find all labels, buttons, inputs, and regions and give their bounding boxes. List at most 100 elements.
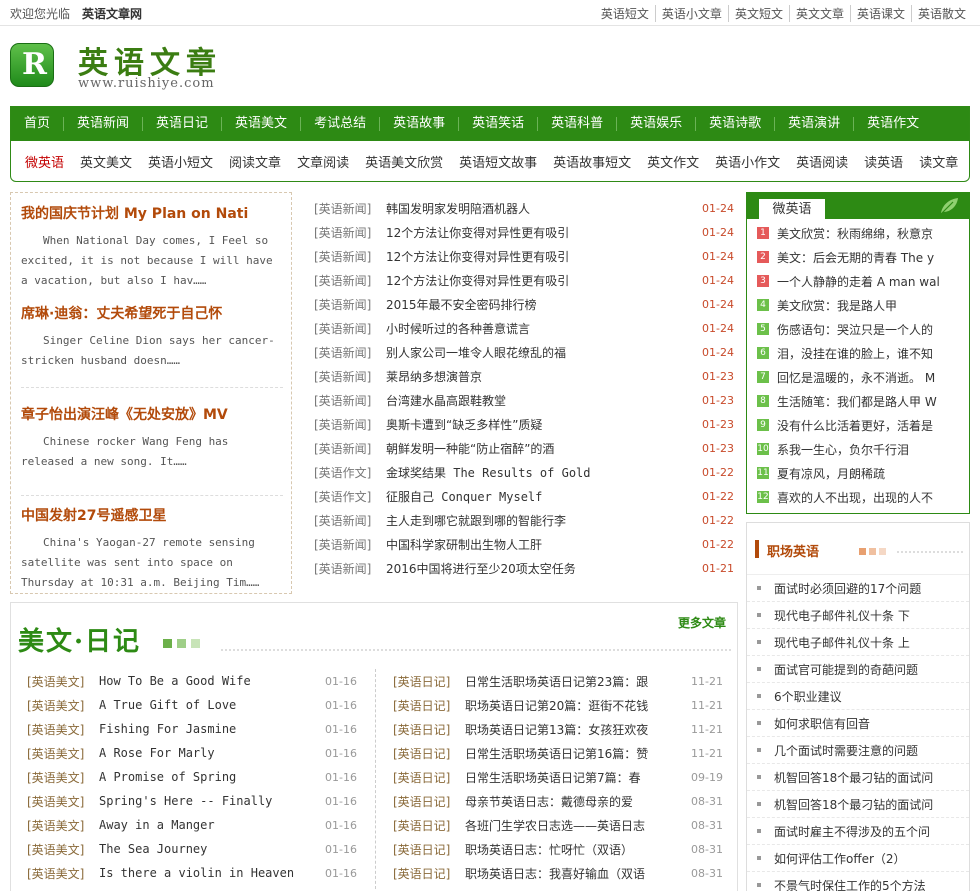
nav-item[interactable]: 英语新闻 <box>63 117 142 131</box>
item-title[interactable]: 机智回答18个最刁钻的面试问 <box>774 769 933 786</box>
subnav-item[interactable]: 微英语 <box>17 152 72 171</box>
list-item[interactable]: 面试时雇主不得涉及的五个问 <box>747 818 969 845</box>
subnav-item[interactable]: 英文美文 <box>72 152 140 171</box>
tab-micro-english[interactable]: 微英语 <box>759 199 825 220</box>
list-item[interactable]: 9 没有什么比活着更好，活着是 <box>747 413 969 437</box>
article-title[interactable]: 日常生活职场英语日记第7篇：春 <box>465 769 685 786</box>
item-title[interactable]: 一个人静静的走着 A man wal <box>777 273 940 290</box>
article-title[interactable]: The Sea Journey <box>99 842 317 856</box>
list-item[interactable]: 12 喜欢的人不出现，出现的人不 <box>747 485 969 509</box>
list-item[interactable]: 6 泪，没挂在谁的脸上，谁不知 <box>747 341 969 365</box>
item-title[interactable]: 美文：后会无期的青春 The y <box>777 249 934 266</box>
category-link[interactable]: [英语作文] <box>314 488 386 505</box>
list-item[interactable]: 3 一个人静静的走着 A man wal <box>747 269 969 293</box>
featured-title[interactable]: 中国发射27号遥感卫星 <box>21 505 283 525</box>
item-title[interactable]: 生活随笔：我们都是路人甲 W <box>777 393 937 410</box>
category-link[interactable]: [英语新闻] <box>314 512 386 529</box>
item-title[interactable]: 现代电子邮件礼仪十条 下 <box>774 607 910 624</box>
item-title[interactable]: 系我一生心，负尔千行泪 <box>777 441 909 458</box>
nav-item[interactable]: 英语笑话 <box>458 117 537 131</box>
news-title[interactable]: 小时候听过的各种善意谎言 <box>386 320 686 337</box>
category-link[interactable]: [英语美文] <box>27 793 99 810</box>
more-articles-link[interactable]: 更多文章 <box>678 614 726 631</box>
nav-item[interactable]: 考试总结 <box>300 117 379 131</box>
news-title[interactable]: 12个方法让你变得对异性更有吸引 <box>386 272 686 289</box>
subnav-item[interactable]: 英文作文 <box>639 152 707 171</box>
item-title[interactable]: 6个职业建议 <box>774 688 842 705</box>
category-link[interactable]: [英语新闻] <box>314 344 386 361</box>
list-item[interactable]: 不景气时保住工作的5个方法 <box>747 872 969 891</box>
article-title[interactable]: Away in a Manger <box>99 818 317 832</box>
article-title[interactable]: Fishing For Jasmine <box>99 722 317 736</box>
category-link[interactable]: [英语美文] <box>27 673 99 690</box>
article-title[interactable]: A True Gift of Love <box>99 698 317 712</box>
article-title[interactable]: 职场英语日志：忙呀忙（双语） <box>465 841 685 858</box>
site-logo[interactable]: R 英语文章 www.ruishiye.com <box>10 40 230 95</box>
category-link[interactable]: [英语日记] <box>393 769 465 786</box>
list-item[interactable]: 机智回答18个最刁钻的面试问 <box>747 764 969 791</box>
category-link[interactable]: [英语新闻] <box>314 440 386 457</box>
top-link[interactable]: 英语课文 <box>849 5 911 22</box>
top-link[interactable]: 英语小文章 <box>654 5 728 22</box>
list-item[interactable]: 11 夏有凉风，月朗稀疏 <box>747 461 969 485</box>
nav-item[interactable]: 英语日记 <box>142 117 221 131</box>
category-link[interactable]: [英语新闻] <box>314 272 386 289</box>
subnav-item[interactable]: 读英语 <box>856 152 911 171</box>
article-title[interactable]: Is there a violin in Heaven <box>99 866 317 880</box>
item-title[interactable]: 美文欣赏：我是路人甲 <box>777 297 897 314</box>
subnav-item[interactable]: 英语小短文 <box>140 152 221 171</box>
article-title[interactable]: 日常生活职场英语日记第23篇：跟 <box>465 673 685 690</box>
news-title[interactable]: 12个方法让你变得对异性更有吸引 <box>386 224 686 241</box>
item-title[interactable]: 如何评估工作offer（2） <box>774 850 906 867</box>
subnav-item[interactable]: 英语阅读 <box>788 152 856 171</box>
item-title[interactable]: 如何求职信有回音 <box>774 715 870 732</box>
category-link[interactable]: [英语日记] <box>393 673 465 690</box>
news-title[interactable]: 韩国发明家发明陪酒机器人 <box>386 200 686 217</box>
nav-item[interactable]: 英语诗歌 <box>695 117 774 131</box>
category-link[interactable]: [英语新闻] <box>314 560 386 577</box>
category-link[interactable]: [英语日记] <box>393 841 465 858</box>
item-title[interactable]: 面试时雇主不得涉及的五个问 <box>774 823 930 840</box>
news-title[interactable]: 主人走到哪它就跟到哪的智能行李 <box>386 512 686 529</box>
nav-item[interactable]: 英语科普 <box>537 117 616 131</box>
news-title[interactable]: 中国科学家研制出生物人工肝 <box>386 536 686 553</box>
list-item[interactable]: 10 系我一生心，负尔千行泪 <box>747 437 969 461</box>
item-title[interactable]: 几个面试时需要注意的问题 <box>774 742 918 759</box>
article-title[interactable]: 母亲节英语日志：戴德母亲的爱 <box>465 793 685 810</box>
category-link[interactable]: [英语新闻] <box>314 416 386 433</box>
category-link[interactable]: [英语新闻] <box>314 320 386 337</box>
category-link[interactable]: [英语新闻] <box>314 368 386 385</box>
list-item[interactable]: 如何求职信有回音 <box>747 710 969 737</box>
top-link[interactable]: 英文短文 <box>727 5 789 22</box>
nav-item[interactable]: 英语作文 <box>853 117 932 131</box>
news-title[interactable]: 征服自己 Conquer Myself <box>386 488 686 505</box>
list-item[interactable]: 面试官可能提到的奇葩问题 <box>747 656 969 683</box>
item-title[interactable]: 夏有凉风，月朗稀疏 <box>777 465 885 482</box>
subnav-item[interactable]: 英语短文故事 <box>451 152 545 171</box>
news-title[interactable]: 台湾建水晶高跟鞋教堂 <box>386 392 686 409</box>
featured-title[interactable]: 席琳·迪翁：丈夫希望死于自己怀 <box>21 303 283 323</box>
item-title[interactable]: 美文欣赏：秋雨绵绵，秋意京 <box>777 225 933 242</box>
item-title[interactable]: 机智回答18个最刁钻的面试问 <box>774 796 933 813</box>
nav-item[interactable]: 英语娱乐 <box>616 117 695 131</box>
news-title[interactable]: 金球奖结果 The Results of Gold <box>386 464 686 481</box>
article-title[interactable]: 职场英语日记第13篇：女孩狂欢夜 <box>465 721 685 738</box>
nav-item[interactable]: 英语演讲 <box>774 117 853 131</box>
list-item[interactable]: 5 伤感语句：哭泣只是一个人的 <box>747 317 969 341</box>
category-link[interactable]: [英语新闻] <box>314 392 386 409</box>
item-title[interactable]: 面试时必须回避的17个问题 <box>774 580 921 597</box>
category-link[interactable]: [英语日记] <box>393 745 465 762</box>
article-title[interactable]: A Promise of Spring <box>99 770 317 784</box>
category-link[interactable]: [英语新闻] <box>314 248 386 265</box>
list-item[interactable]: 机智回答18个最刁钻的面试问 <box>747 791 969 818</box>
list-item[interactable]: 几个面试时需要注意的问题 <box>747 737 969 764</box>
list-item[interactable]: 1 美文欣赏：秋雨绵绵，秋意京 <box>747 221 969 245</box>
category-link[interactable]: [英语美文] <box>27 697 99 714</box>
article-title[interactable]: 各班门生学农日志选——英语日志 <box>465 817 685 834</box>
list-item[interactable]: 8 生活随笔：我们都是路人甲 W <box>747 389 969 413</box>
news-title[interactable]: 2016中国将进行至少20项太空任务 <box>386 560 686 577</box>
category-link[interactable]: [英语美文] <box>27 745 99 762</box>
category-link[interactable]: [英语新闻] <box>314 224 386 241</box>
nav-item[interactable]: 英语故事 <box>379 117 458 131</box>
category-link[interactable]: [英语日记] <box>393 697 465 714</box>
